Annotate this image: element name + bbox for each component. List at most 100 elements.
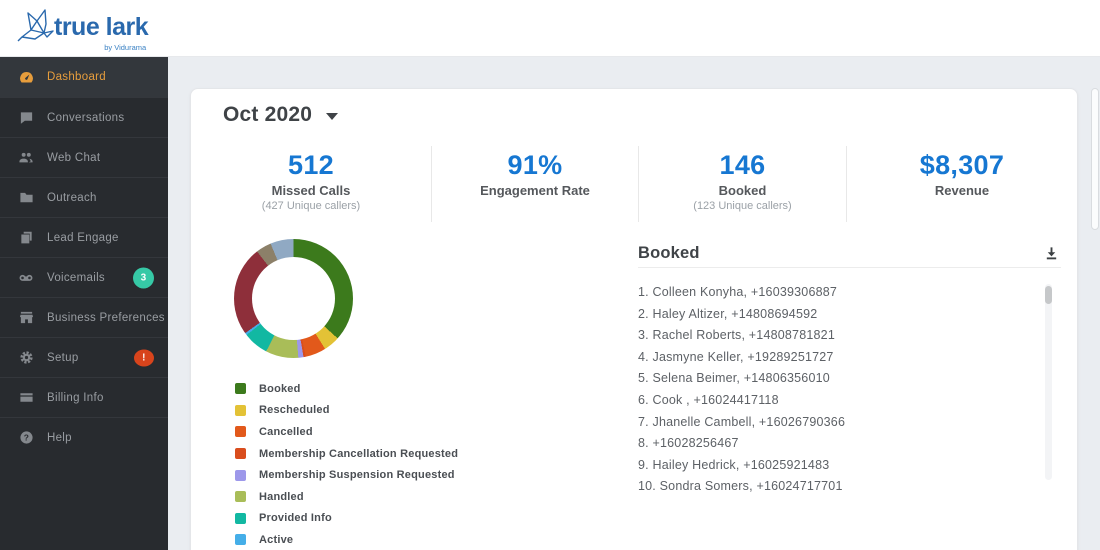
download-button[interactable] [1041, 244, 1061, 264]
stat-value: 512 [288, 150, 334, 180]
sidebar-item-label: Web Chat [47, 151, 101, 164]
booked-panel: Booked 1. Colleen Konyha, +16039306887 2… [638, 234, 1061, 534]
list-item: 8. +16028256467 [638, 436, 739, 451]
brand-logo[interactable]: true lark by Vidurama [16, 4, 149, 52]
legend-swatch [235, 404, 246, 416]
setup-alert-badge: ! [134, 349, 154, 366]
chevron-down-icon [326, 113, 339, 120]
booked-panel-title: Booked [638, 244, 700, 262]
legend-item-rescheduled: Rescheduled [235, 400, 458, 422]
credit-card-icon [18, 390, 34, 406]
legend-item-handled: Handled [235, 486, 458, 508]
stat-label: Missed Calls [271, 183, 351, 198]
list-item-clipped: 10. Sondra Somers, +16024717701 [638, 479, 843, 494]
list-item: 9. Hailey Hedrick, +16025921483 [638, 457, 830, 472]
dashboard-card: Oct 2020 512 Missed Calls (427 Unique ca… [190, 88, 1078, 550]
stat-caption: (427 Unique callers) [261, 200, 361, 212]
voicemail-icon [18, 270, 34, 286]
stats-row: 512 Missed Calls (427 Unique callers) 91… [191, 146, 1077, 222]
legend-item-cancelled: Cancelled [235, 421, 458, 443]
help-icon: ? [18, 430, 34, 446]
sidebar-item-dashboard[interactable]: Dashboard [0, 57, 168, 97]
legend-item-active: Active [235, 529, 458, 550]
sidebar-item-label: Help [47, 431, 72, 444]
stat-value: 146 [719, 150, 766, 180]
sidebar-item-label: Outreach [47, 191, 97, 204]
chart-legend: Booked Rescheduled Cancelled Membership … [235, 378, 458, 550]
sidebar-item-business-preferences[interactable]: Business Preferences [0, 297, 168, 337]
list-item: 4. Jasmyne Keller, +19289251727 [638, 349, 834, 364]
stat-label: Booked [718, 183, 767, 198]
copy-icon [18, 230, 34, 246]
sidebar-item-label: Setup [47, 351, 79, 364]
sidebar-item-billing-info[interactable]: Billing Info [0, 377, 168, 417]
stat-booked: 146 Booked (123 Unique callers) [638, 146, 846, 222]
legend-swatch [235, 469, 246, 481]
people-icon [18, 150, 34, 166]
stat-engagement-rate: 91% Engagement Rate [431, 146, 638, 222]
legend-swatch [235, 448, 246, 460]
sidebar-item-label: Lead Engage [47, 231, 119, 244]
period-selector[interactable]: Oct 2020 [223, 103, 339, 127]
gauge-icon [18, 69, 34, 85]
list-item: 7. Jhanelle Cambell, +16026790366 [638, 414, 846, 429]
stat-value: 91% [507, 150, 563, 180]
download-icon [1046, 247, 1056, 260]
sidebar-item-setup[interactable]: Setup ! [0, 337, 168, 377]
chat-icon [18, 110, 34, 126]
stat-revenue: $8,307 Revenue [846, 146, 1077, 222]
brand-name: true lark [54, 13, 149, 41]
page-scrollbar-thumb[interactable] [1091, 88, 1099, 230]
store-icon [18, 310, 34, 326]
sidebar-item-web-chat[interactable]: Web Chat [0, 137, 168, 177]
gear-icon [18, 350, 34, 366]
voicemails-count-badge: 3 [133, 267, 154, 288]
period-label: Oct 2020 [223, 103, 313, 126]
legend-swatch [235, 534, 246, 546]
sidebar-item-help[interactable]: ? Help [0, 417, 168, 457]
booked-list-scrollbar-thumb[interactable] [1045, 286, 1052, 304]
sidebar-item-lead-engage[interactable]: Lead Engage [0, 217, 168, 257]
sidebar-item-label: Billing Info [47, 391, 104, 404]
legend-swatch [235, 383, 246, 395]
stat-caption [432, 200, 638, 212]
donut-chart [234, 239, 353, 358]
legend-item-membership-cancellation: Membership Cancellation Requested [235, 443, 458, 465]
stat-caption [847, 200, 1077, 212]
booked-panel-header: Booked [638, 234, 1061, 268]
dashboard-page: true lark by Vidurama Dashboard Conversa… [0, 0, 1100, 550]
sidebar-item-voicemails[interactable]: Voicemails 3 [0, 257, 168, 297]
legend-swatch [235, 491, 246, 503]
stat-label: Engagement Rate [480, 183, 590, 198]
stat-label: Revenue [934, 183, 990, 198]
legend-swatch [235, 512, 246, 524]
top-bar: true lark by Vidurama [0, 0, 1100, 57]
stat-caption: (123 Unique callers) [693, 200, 792, 212]
sidebar-item-label: Business Preferences [47, 311, 165, 324]
booked-list: 1. Colleen Konyha, +16039306887 2. Haley… [638, 282, 1061, 494]
sidebar-item-conversations[interactable]: Conversations [0, 97, 168, 137]
stat-missed-calls: 512 Missed Calls (427 Unique callers) [191, 146, 431, 222]
sidebar-item-label: Voicemails [47, 271, 105, 284]
list-item: 5. Selena Beimer, +14806356010 [638, 371, 830, 386]
brand-text: true lark by Vidurama [54, 4, 149, 52]
sidebar-item-label: Conversations [47, 111, 125, 124]
list-item: 3. Rachel Roberts, +14808781821 [638, 328, 835, 343]
svg-text:?: ? [23, 433, 28, 443]
sidebar-nav: Dashboard Conversations Web Chat Outreac… [0, 57, 168, 550]
page-scrollbar [1090, 57, 1099, 550]
brand-byline: by Vidurama [104, 43, 147, 52]
legend-swatch [235, 426, 246, 438]
legend-item-provided-info: Provided Info [235, 508, 458, 530]
list-item: 2. Haley Altizer, +14808694592 [638, 306, 818, 321]
list-item: 6. Cook , +16024417118 [638, 392, 779, 407]
list-item: 1. Colleen Konyha, +16039306887 [638, 285, 838, 299]
sidebar-item-label: Dashboard [47, 71, 106, 83]
main-content: Oct 2020 512 Missed Calls (427 Unique ca… [168, 57, 1100, 550]
stat-value: $8,307 [919, 150, 1005, 180]
booked-list-scrollbar [1045, 284, 1052, 480]
sidebar-item-outreach[interactable]: Outreach [0, 177, 168, 217]
legend-item-booked: Booked [235, 378, 458, 400]
legend-item-membership-suspension: Membership Suspension Requested [235, 464, 458, 486]
folder-icon [18, 190, 34, 206]
